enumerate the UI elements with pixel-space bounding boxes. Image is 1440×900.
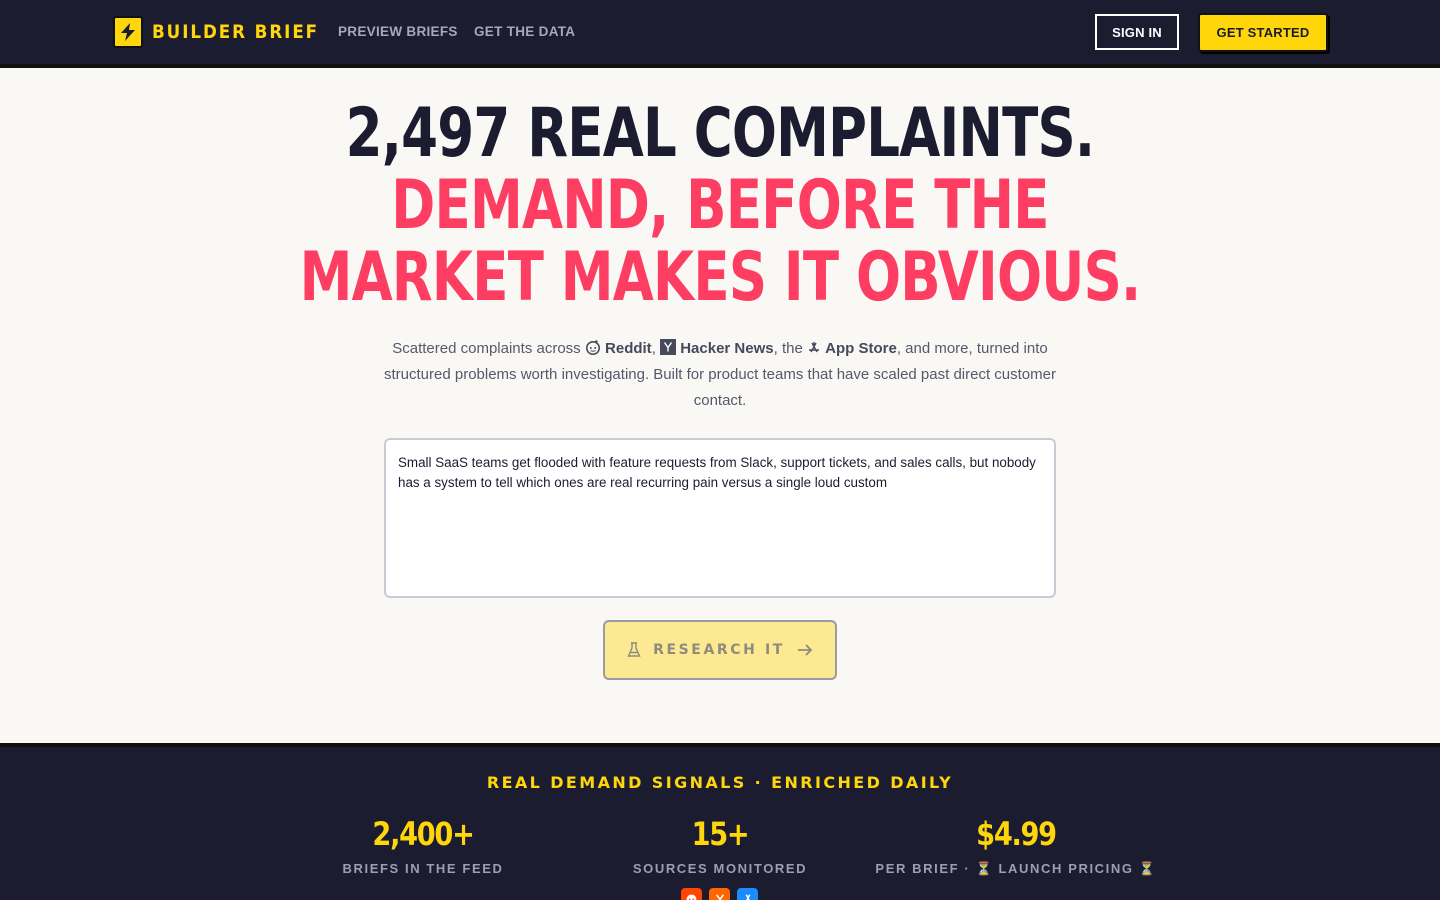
source-badges xyxy=(681,888,758,900)
stat-value: 2,400+ xyxy=(372,815,474,853)
stat-label: SOURCES MONITORED xyxy=(632,861,808,876)
hero-headline-line3: MARKET MAKES IT OBVIOUS. xyxy=(299,238,1142,317)
nav-link-get-the-data[interactable]: GET THE DATA xyxy=(474,24,575,39)
get-started-button[interactable]: GET STARTED xyxy=(1198,13,1328,52)
arrow-right-icon xyxy=(797,644,813,656)
y-combinator-icon xyxy=(660,339,677,355)
stat-label: PER BRIEF · ⏳ LAUNCH PRICING ⏳ xyxy=(875,861,1157,876)
stat-sources: 15+ SOURCES MONITORED xyxy=(570,815,870,876)
y-combinator-icon xyxy=(709,888,730,900)
stats-section: REAL DEMAND SIGNALS · ENRICHED DAILY 2,4… xyxy=(0,747,1440,900)
hero-headline-line2: DEMAND, BEFORE THE xyxy=(391,166,1049,245)
hero-subtitle: Scattered complaints across Reddit, Hack… xyxy=(384,339,1056,409)
research-it-button[interactable]: RESEARCH IT xyxy=(603,620,837,680)
research-it-label: RESEARCH IT xyxy=(653,642,785,658)
app-store-icon xyxy=(808,342,819,353)
top-nav: BUILDER BRIEF PREVIEW BRIEFS GET THE DAT… xyxy=(0,0,1440,64)
app-store-icon xyxy=(737,888,758,900)
sign-in-button[interactable]: SIGN IN xyxy=(1095,14,1179,50)
stat-pricing: $4.99 PER BRIEF · ⏳ LAUNCH PRICING ⏳ xyxy=(866,815,1166,877)
nav-divider xyxy=(0,64,1440,68)
lightning-icon xyxy=(113,16,143,48)
stats-title: REAL DEMAND SIGNALS · ENRICHED DAILY xyxy=(486,773,954,792)
flask-icon xyxy=(627,642,641,657)
reddit-icon xyxy=(585,340,600,355)
stat-value: 15+ xyxy=(691,815,750,853)
stat-label: BRIEFS IN THE FEED xyxy=(342,861,504,876)
reddit-icon xyxy=(681,888,702,900)
stat-briefs: 2,400+ BRIEFS IN THE FEED xyxy=(273,815,573,876)
nav-link-preview-briefs[interactable]: PREVIEW BRIEFS xyxy=(338,24,458,39)
problem-description-input[interactable]: Small SaaS teams get flooded with featur… xyxy=(384,438,1056,598)
brand-logo[interactable]: BUILDER BRIEF xyxy=(113,16,342,48)
stat-value: $4.99 xyxy=(976,815,1057,853)
hero-headline-line1: 2,497 REAL COMPLAINTS. xyxy=(345,94,1095,173)
brand-name: BUILDER BRIEF xyxy=(152,21,320,43)
